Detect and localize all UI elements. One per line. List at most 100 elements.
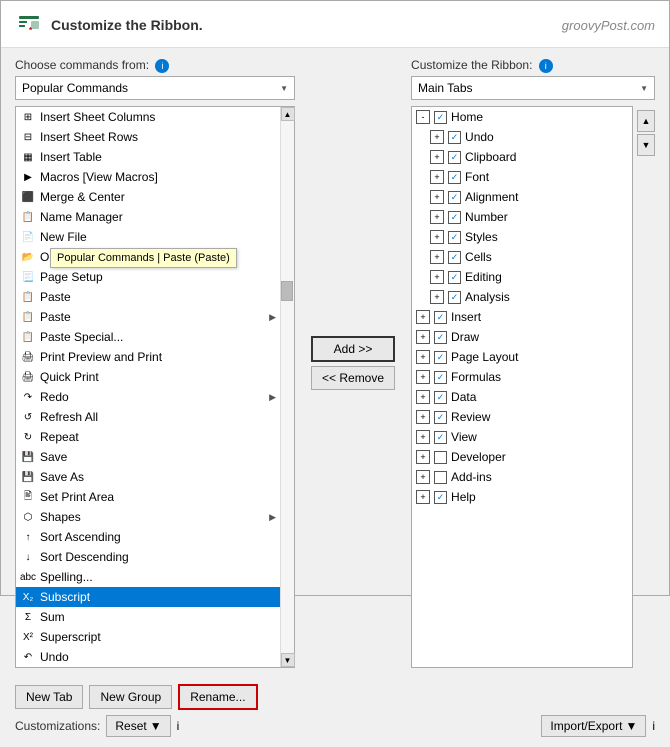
- right-ribbon-list[interactable]: -✓Home+✓Undo+✓Clipboard+✓Font+✓Alignment…: [411, 106, 633, 668]
- right-list-item[interactable]: -✓Home: [412, 107, 632, 127]
- ribbon-item-checkbox[interactable]: ✓: [448, 211, 461, 224]
- ribbon-item-checkbox[interactable]: ✓: [448, 271, 461, 284]
- ribbon-item-checkbox[interactable]: [434, 471, 447, 484]
- ribbon-item-checkbox[interactable]: ✓: [434, 411, 447, 424]
- expand-icon[interactable]: +: [416, 430, 430, 444]
- expand-icon[interactable]: -: [416, 110, 430, 124]
- import-export-info-icon[interactable]: i: [652, 719, 655, 733]
- right-dropdown[interactable]: Main Tabs ▼: [411, 76, 655, 100]
- right-list-item[interactable]: +✓Review: [412, 407, 632, 427]
- left-list-item[interactable]: ΣSum: [16, 607, 280, 627]
- left-list-item[interactable]: ↻Repeat: [16, 427, 280, 447]
- expand-icon[interactable]: +: [430, 290, 444, 304]
- left-dropdown[interactable]: Popular Commands ▼: [15, 76, 295, 100]
- expand-icon[interactable]: +: [416, 450, 430, 464]
- add-button[interactable]: Add >>: [311, 336, 395, 362]
- left-scroll-up-btn[interactable]: ▲: [281, 107, 295, 121]
- expand-icon[interactable]: +: [416, 390, 430, 404]
- ribbon-item-checkbox[interactable]: ✓: [434, 311, 447, 324]
- expand-icon[interactable]: +: [416, 470, 430, 484]
- left-list-item[interactable]: 💾Save As: [16, 467, 280, 487]
- ribbon-item-checkbox[interactable]: ✓: [448, 291, 461, 304]
- right-list-item[interactable]: +✓Draw: [412, 327, 632, 347]
- expand-icon[interactable]: +: [430, 190, 444, 204]
- left-scrollbar[interactable]: ▲ ▼: [280, 107, 294, 667]
- left-list-item[interactable]: ⬛Merge & Center: [16, 187, 280, 207]
- left-list-item[interactable]: ↺Refresh All: [16, 407, 280, 427]
- left-list-item[interactable]: ⬡Shapes▶: [16, 507, 280, 527]
- rename-button[interactable]: Rename...: [178, 684, 257, 710]
- expand-icon[interactable]: +: [430, 230, 444, 244]
- right-list-item[interactable]: +✓Help: [412, 487, 632, 507]
- right-list-item[interactable]: +✓Clipboard: [412, 147, 632, 167]
- expand-icon[interactable]: +: [416, 490, 430, 504]
- left-list-item[interactable]: 🖹Set Print Area: [16, 487, 280, 507]
- ribbon-item-checkbox[interactable]: ✓: [434, 111, 447, 124]
- left-list-item[interactable]: 📃Page Setup: [16, 267, 280, 287]
- left-list-item[interactable]: 📋Paste Special...: [16, 327, 280, 347]
- left-list-item[interactable]: 📋Paste: [16, 287, 280, 307]
- expand-icon[interactable]: +: [416, 410, 430, 424]
- left-list-item[interactable]: abcSpelling...: [16, 567, 280, 587]
- right-info-icon[interactable]: i: [539, 59, 553, 73]
- left-list-item[interactable]: ↓Sort Descending: [16, 547, 280, 567]
- left-list-item[interactable]: 📄New File: [16, 227, 280, 247]
- right-list-item[interactable]: +✓Number: [412, 207, 632, 227]
- ribbon-item-checkbox[interactable]: ✓: [448, 131, 461, 144]
- ribbon-item-checkbox[interactable]: ✓: [448, 171, 461, 184]
- left-list-item[interactable]: ↶Undo: [16, 647, 280, 667]
- expand-icon[interactable]: +: [416, 310, 430, 324]
- import-export-button[interactable]: Import/Export ▼: [541, 715, 646, 737]
- right-list-item[interactable]: +✓Font: [412, 167, 632, 187]
- right-list-item[interactable]: +✓Formulas: [412, 367, 632, 387]
- expand-icon[interactable]: +: [430, 210, 444, 224]
- ribbon-item-checkbox[interactable]: ✓: [434, 391, 447, 404]
- ribbon-item-checkbox[interactable]: ✓: [434, 371, 447, 384]
- left-list-item[interactable]: X₂Subscript: [16, 587, 280, 607]
- reset-button[interactable]: Reset ▼: [106, 715, 170, 737]
- expand-icon[interactable]: +: [416, 330, 430, 344]
- left-scroll-down-btn[interactable]: ▼: [281, 653, 295, 667]
- expand-icon[interactable]: +: [416, 370, 430, 384]
- expand-icon[interactable]: +: [430, 270, 444, 284]
- left-list-item[interactable]: 🖨Quick Print: [16, 367, 280, 387]
- ribbon-item-checkbox[interactable]: ✓: [448, 151, 461, 164]
- right-list-item[interactable]: +✓Styles: [412, 227, 632, 247]
- right-list-item[interactable]: +✓Page Layout: [412, 347, 632, 367]
- right-scroll-up-btn[interactable]: ▲: [637, 110, 655, 132]
- left-list-item[interactable]: ↷Redo▶: [16, 387, 280, 407]
- right-list-item[interactable]: +✓Insert: [412, 307, 632, 327]
- ribbon-item-checkbox[interactable]: ✓: [434, 491, 447, 504]
- ribbon-item-checkbox[interactable]: ✓: [434, 351, 447, 364]
- right-list-item[interactable]: +Developer: [412, 447, 632, 467]
- right-list-item[interactable]: +✓Editing: [412, 267, 632, 287]
- right-scroll-down-btn[interactable]: ▼: [637, 134, 655, 156]
- ribbon-item-checkbox[interactable]: ✓: [448, 231, 461, 244]
- expand-icon[interactable]: +: [430, 130, 444, 144]
- left-list-item[interactable]: 💾Save: [16, 447, 280, 467]
- ribbon-item-checkbox[interactable]: ✓: [434, 431, 447, 444]
- left-list-item[interactable]: X²Superscript: [16, 627, 280, 647]
- expand-icon[interactable]: +: [416, 350, 430, 364]
- ribbon-item-checkbox[interactable]: [434, 451, 447, 464]
- customizations-info-icon[interactable]: i: [177, 719, 180, 733]
- expand-icon[interactable]: +: [430, 150, 444, 164]
- right-list-item[interactable]: +✓Analysis: [412, 287, 632, 307]
- left-list-item[interactable]: ↑Sort Ascending: [16, 527, 280, 547]
- left-list-item[interactable]: ⊞Insert Sheet Columns: [16, 107, 280, 127]
- right-list-item[interactable]: +Add-ins: [412, 467, 632, 487]
- left-list-item[interactable]: ⊟Insert Sheet Rows: [16, 127, 280, 147]
- right-list-item[interactable]: +✓Alignment: [412, 187, 632, 207]
- left-list-item[interactable]: ▦Insert Table: [16, 147, 280, 167]
- right-list-item[interactable]: +✓View: [412, 427, 632, 447]
- expand-icon[interactable]: +: [430, 250, 444, 264]
- remove-button[interactable]: << Remove: [311, 366, 395, 390]
- new-group-button[interactable]: New Group: [89, 685, 172, 709]
- left-list-item[interactable]: ▶Macros [View Macros]: [16, 167, 280, 187]
- new-tab-button[interactable]: New Tab: [15, 685, 83, 709]
- ribbon-item-checkbox[interactable]: ✓: [434, 331, 447, 344]
- right-list-item[interactable]: +✓Cells: [412, 247, 632, 267]
- expand-icon[interactable]: +: [430, 170, 444, 184]
- left-list-item[interactable]: 🖨Print Preview and Print: [16, 347, 280, 367]
- right-list-item[interactable]: +✓Data: [412, 387, 632, 407]
